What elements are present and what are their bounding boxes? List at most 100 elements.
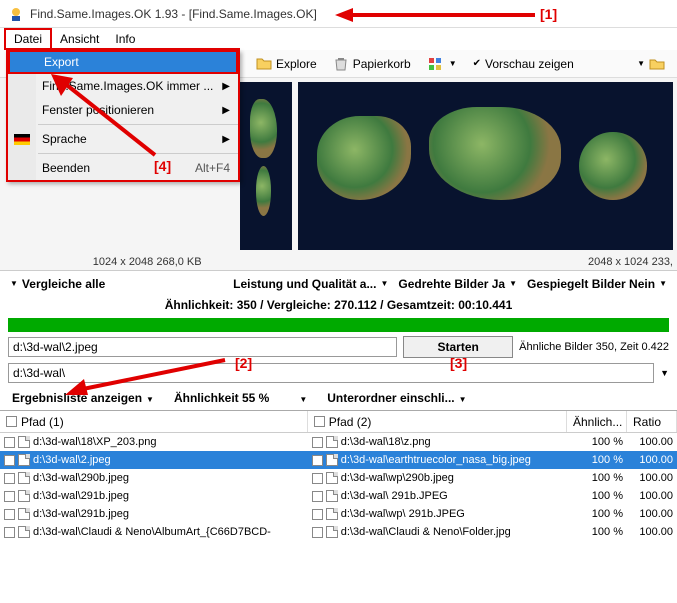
- file-icon: [18, 454, 30, 466]
- th-similarity[interactable]: Ähnlich...: [567, 411, 627, 432]
- table-row[interactable]: d:\3d-wal\earthtruecolor_nasa_big.jpeg10…: [308, 451, 677, 469]
- dd-beenden[interactable]: BeendenAlt+F4: [8, 156, 238, 180]
- preview-right-image[interactable]: [298, 82, 673, 250]
- cell-sim: 100 %: [567, 508, 627, 520]
- progress-bar: [8, 318, 669, 332]
- cell-ratio: 100.00: [627, 508, 677, 520]
- checkbox[interactable]: [312, 527, 323, 538]
- chevron-right-icon: ▶: [222, 81, 230, 92]
- folder-open-icon: [649, 56, 665, 72]
- dd-always-label: Find.Same.Images.OK immer ...: [42, 79, 213, 93]
- cell-sim: 100 %: [567, 490, 627, 502]
- tb-papierkorb[interactable]: Papierkorb: [327, 54, 417, 74]
- dd-sprache[interactable]: Sprache ▶: [8, 127, 238, 151]
- cell-path: d:\3d-wal\wp\290b.jpeg: [341, 472, 454, 484]
- th-path1[interactable]: Pfad (1): [0, 411, 308, 432]
- cell-path: d:\3d-wal\291b.jpeg: [33, 508, 129, 520]
- checkbox[interactable]: [4, 437, 15, 448]
- folder-icon: [256, 56, 272, 72]
- table-row[interactable]: d:\3d-wal\2.jpeg: [0, 451, 308, 469]
- menu-datei[interactable]: Datei: [4, 28, 52, 50]
- tb-tool[interactable]: ▼: [421, 54, 463, 74]
- preview-right: 2048 x 1024 233,: [294, 78, 677, 270]
- chevron-right-icon: ▶: [222, 105, 230, 116]
- table-row[interactable]: d:\3d-wal\ 291b.JPEG100 %100.00: [308, 487, 677, 505]
- checkbox[interactable]: [312, 455, 323, 466]
- table-row[interactable]: d:\3d-wal\Claudi & Neno\AlbumArt_{C66D7B…: [0, 523, 308, 541]
- lf-similarity[interactable]: Ähnlichkeit 55 %▼: [174, 391, 307, 405]
- table-row[interactable]: d:\3d-wal\290b.jpeg: [0, 469, 308, 487]
- tb-vorschau[interactable]: ✔Vorschau zeigen: [467, 55, 580, 73]
- checkbox[interactable]: [4, 455, 15, 466]
- th-ratio[interactable]: Ratio: [627, 411, 677, 432]
- cell-path: d:\3d-wal\Claudi & Neno\AlbumArt_{C66D7B…: [33, 526, 271, 538]
- dd-beenden-label: Beenden: [42, 161, 90, 175]
- checkbox[interactable]: [312, 509, 323, 520]
- chevron-down-icon[interactable]: ▼: [660, 368, 669, 378]
- dd-position-label: Fenster positionieren: [42, 103, 154, 117]
- table-row[interactable]: d:\3d-wal\291b.jpeg: [0, 505, 308, 523]
- dd-export[interactable]: Export: [8, 50, 238, 74]
- dd-export-label: Export: [44, 55, 79, 69]
- cell-ratio: 100.00: [627, 526, 677, 538]
- checkbox[interactable]: [4, 491, 15, 502]
- table-row[interactable]: d:\3d-wal\18\XP_203.png: [0, 433, 308, 451]
- file-icon: [326, 526, 338, 538]
- paint-icon: [427, 56, 443, 72]
- filter-leistung[interactable]: Leistung und Qualität a...▼: [233, 277, 388, 291]
- cell-sim: 100 %: [567, 526, 627, 538]
- filter-gespiegelt[interactable]: Gespiegelt Bilder Nein▼: [527, 277, 667, 291]
- results-table: Pfad (1) d:\3d-wal\18\XP_203.pngd:\3d-wa…: [0, 410, 677, 541]
- table-right: Pfad (2) Ähnlich... Ratio d:\3d-wal\18\z…: [308, 411, 677, 541]
- table-row[interactable]: d:\3d-wal\wp\ 291b.JPEG 100 %100.00: [308, 505, 677, 523]
- cell-path: d:\3d-wal\earthtruecolor_nasa_big.jpeg: [341, 454, 531, 466]
- tb-folder-open[interactable]: ▼: [629, 54, 671, 74]
- table-row[interactable]: d:\3d-wal\291b.jpeg: [0, 487, 308, 505]
- cell-path: d:\3d-wal\2.jpeg: [33, 454, 111, 466]
- checkbox[interactable]: [312, 437, 323, 448]
- cell-path: d:\3d-wal\wp\ 291b.JPEG: [341, 508, 465, 520]
- table-row[interactable]: d:\3d-wal\18\z.png100 %100.00: [308, 433, 677, 451]
- file-icon: [326, 436, 338, 448]
- start-button[interactable]: Starten: [403, 336, 513, 358]
- dd-always[interactable]: Find.Same.Images.OK immer ... ▶: [8, 74, 238, 98]
- menu-info[interactable]: Info: [107, 30, 143, 48]
- dd-position[interactable]: Fenster positionieren ▶: [8, 98, 238, 122]
- table-row[interactable]: d:\3d-wal\Claudi & Neno\Folder.jpg100 %1…: [308, 523, 677, 541]
- check-icon: ✔: [473, 58, 481, 69]
- cell-sim: 100 %: [567, 472, 627, 484]
- checkbox[interactable]: [4, 509, 15, 520]
- checkbox[interactable]: [312, 473, 323, 484]
- folder-path-input[interactable]: [8, 363, 654, 383]
- th-path2[interactable]: Pfad (2): [308, 411, 567, 432]
- filter-compare-all[interactable]: ▼Vergleiche alle: [10, 277, 105, 291]
- checkbox[interactable]: [314, 416, 325, 427]
- current-path-input[interactable]: [8, 337, 397, 357]
- checkbox[interactable]: [4, 527, 15, 538]
- file-icon: [326, 508, 338, 520]
- preview-left-image[interactable]: [240, 82, 292, 250]
- window-title: Find.Same.Images.OK 1.93 - [Find.Same.Im…: [30, 7, 317, 21]
- checkbox[interactable]: [6, 416, 17, 427]
- tb-explore[interactable]: Explore: [250, 54, 323, 74]
- cell-sim: 100 %: [567, 436, 627, 448]
- menu-ansicht[interactable]: Ansicht: [52, 30, 107, 48]
- lf-ergebnis[interactable]: Ergebnisliste anzeigen▼: [12, 391, 154, 405]
- chevron-down-icon: ▼: [449, 59, 457, 68]
- dd-sprache-label: Sprache: [42, 132, 87, 146]
- titlebar: Find.Same.Images.OK 1.93 - [Find.Same.Im…: [0, 0, 677, 28]
- lf-subfolder[interactable]: Unterordner einschli...▼: [327, 391, 466, 405]
- checkbox[interactable]: [4, 473, 15, 484]
- table-row[interactable]: d:\3d-wal\wp\290b.jpeg100 %100.00: [308, 469, 677, 487]
- chevron-right-icon: ▶: [222, 134, 230, 145]
- file-icon: [18, 436, 30, 448]
- status-summary: Ähnlichkeit: 350 / Vergleiche: 270.112 /…: [0, 296, 677, 316]
- file-icon: [326, 472, 338, 484]
- checkbox[interactable]: [312, 491, 323, 502]
- cell-path: d:\3d-wal\290b.jpeg: [33, 472, 129, 484]
- chevron-down-icon: ▼: [637, 59, 645, 68]
- status-right-text: Ähnliche Bilder 350, Zeit 0.422: [519, 341, 669, 353]
- cell-path: d:\3d-wal\18\z.png: [341, 436, 431, 448]
- file-icon: [18, 490, 30, 502]
- filter-gedrehte[interactable]: Gedrehte Bilder Ja▼: [398, 277, 517, 291]
